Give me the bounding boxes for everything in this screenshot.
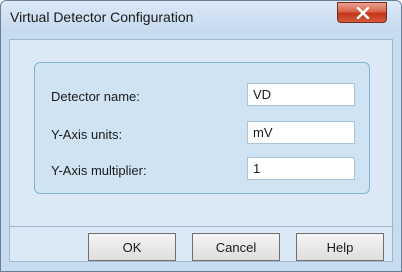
settings-group: Detector name: Y-Axis units: Y-Axis mult… [34, 62, 370, 194]
close-icon [356, 7, 370, 19]
y-axis-units-field[interactable] [247, 121, 355, 144]
y-axis-units-label: Y-Axis units: [51, 127, 123, 142]
cancel-button[interactable]: Cancel [192, 233, 280, 261]
close-button[interactable] [337, 2, 387, 23]
dialog-window: Virtual Detector Configuration Detector … [0, 0, 402, 272]
help-button[interactable]: Help [296, 233, 384, 261]
detector-name-label: Detector name: [51, 89, 140, 104]
dialog-title: Virtual Detector Configuration [10, 9, 194, 25]
ok-button[interactable]: OK [88, 233, 176, 261]
title-bar[interactable]: Virtual Detector Configuration [1, 1, 401, 31]
button-bar-divider [10, 226, 394, 227]
detector-name-field[interactable] [247, 83, 355, 106]
y-axis-multiplier-field[interactable] [247, 157, 355, 180]
y-axis-multiplier-label: Y-Axis multiplier: [51, 163, 147, 178]
dialog-content: Detector name: Y-Axis units: Y-Axis mult… [9, 39, 394, 262]
